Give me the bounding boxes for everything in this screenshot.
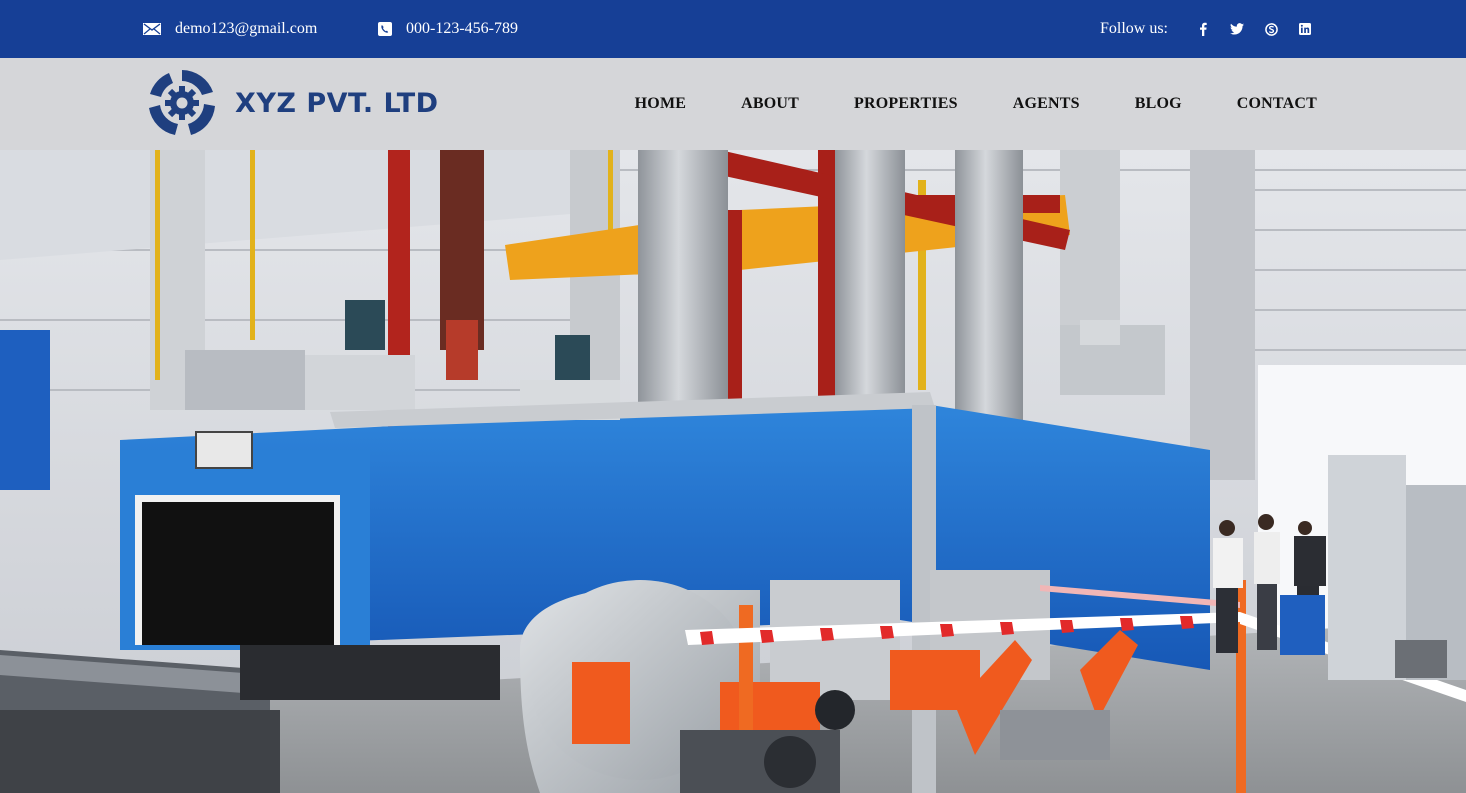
phone-icon [378,22,392,36]
email-text[interactable]: demo123@gmail.com [175,20,317,38]
envelope-icon [143,23,161,35]
linkedin-icon[interactable] [1294,18,1316,40]
hero-banner [0,150,1466,793]
logo[interactable]: XYZ PVT. LTD [147,68,439,138]
nav-about[interactable]: ABOUT [741,95,799,113]
main-nav: HOME ABOUT PROPERTIES AGENTS BLOG CONTAC… [635,58,1317,150]
nav-agents[interactable]: AGENTS [1013,95,1080,113]
nav-home[interactable]: HOME [635,95,686,113]
gear-logo-icon [149,70,215,135]
email-contact[interactable]: demo123@gmail.com [143,0,317,58]
phone-contact[interactable]: 000-123-456-789 [378,0,518,58]
phone-text[interactable]: 000-123-456-789 [406,20,518,38]
follow-label: Follow us: [1099,20,1168,37]
skype-icon[interactable] [1260,18,1282,40]
top-bar: demo123@gmail.com 000-123-456-789 Follow… [0,0,1466,58]
hero-factory-image [0,150,1466,793]
main-header: XYZ PVT. LTD HOME ABOUT PROPERTIES AGENT… [0,58,1466,150]
twitter-icon[interactable] [1226,18,1248,40]
nav-properties[interactable]: PROPERTIES [854,95,958,113]
nav-contact[interactable]: CONTACT [1237,95,1317,113]
social-follow: Follow us: [1100,0,1316,58]
company-name: XYZ PVT. LTD [235,87,439,119]
nav-blog[interactable]: BLOG [1135,95,1182,113]
facebook-icon[interactable] [1192,18,1214,40]
